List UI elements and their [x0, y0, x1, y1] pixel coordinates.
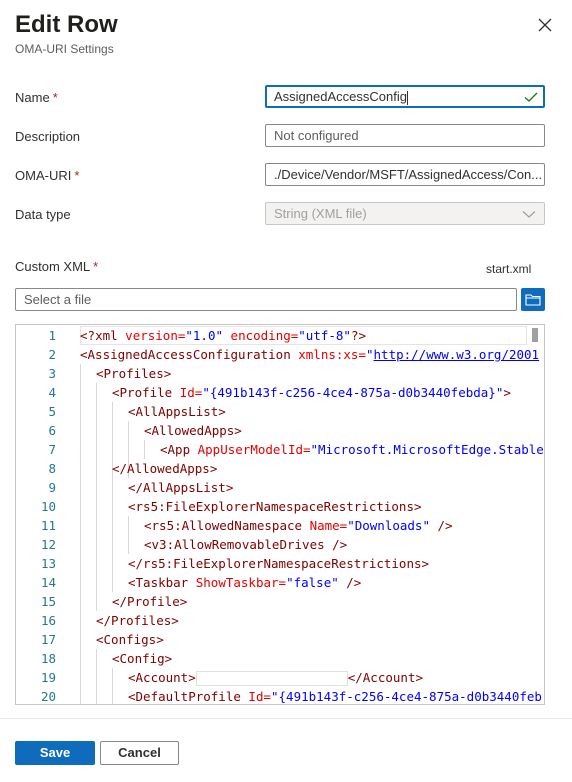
- code-line: 15 </Profile>: [40, 594, 188, 609]
- code-line: 13 </rs5:FileExplorerNamespaceRestriction…: [40, 556, 430, 571]
- description-label: Description: [15, 129, 81, 144]
- save-button[interactable]: Save: [15, 741, 95, 765]
- oma-uri-input[interactable]: ./Device/Vendor/MSFT/AssignedAccess/Con.…: [265, 163, 545, 186]
- checkmark-icon: [524, 92, 538, 102]
- description-input[interactable]: Not configured: [265, 124, 545, 147]
- code-line: 7 <App AppUserModelId="Microsoft.Microsof…: [48, 442, 544, 457]
- panel-title: Edit Row: [15, 11, 118, 38]
- code-line: 2 <AssignedAccessConfiguration xmlns:xs="…: [48, 347, 540, 362]
- code-line: 10 <rs5:FileExplorerNamespaceRestrictions…: [40, 499, 422, 514]
- code-line: 9 </AllAppsList>: [48, 480, 234, 495]
- oma-uri-label: OMA-URI *: [15, 168, 80, 183]
- close-icon: [538, 18, 552, 32]
- code-line: 12 <v3:AllowRemovableDrives />: [40, 537, 348, 552]
- xml-code-editor[interactable]: 1 <?xml version="1.0" encoding="utf-8"?> …: [15, 324, 545, 705]
- data-type-select[interactable]: String (XML file): [265, 202, 545, 225]
- panel-subtitle: OMA-URI Settings: [15, 42, 114, 56]
- file-select-input[interactable]: Select a file: [15, 288, 517, 311]
- name-input-value: AssignedAccessConfig: [274, 89, 407, 104]
- code-line: 8 </AllowedApps>: [48, 461, 218, 476]
- account-value-highlight: [195, 671, 348, 686]
- data-type-value: String (XML file): [274, 206, 367, 221]
- chevron-down-icon: [522, 211, 536, 218]
- code-line: 5 <AllAppsList>: [48, 404, 226, 419]
- code-line: 4 <Profile Id="{491b143f-c256-4ce4-875a-d…: [48, 385, 511, 400]
- code-line: 18 <Config>: [40, 651, 173, 666]
- name-input[interactable]: AssignedAccessConfig: [265, 85, 545, 108]
- code-line: 17 <Configs>: [40, 632, 164, 647]
- browse-file-button[interactable]: [521, 288, 545, 311]
- selected-file-name: start.xml: [486, 262, 532, 276]
- close-button[interactable]: [534, 14, 556, 36]
- text-cursor: [406, 90, 408, 105]
- code-line: 14 <Taskbar ShowTaskbar="false" />: [40, 575, 362, 590]
- cancel-button[interactable]: Cancel: [100, 741, 179, 765]
- folder-icon: [525, 294, 541, 306]
- data-type-label: Data type: [15, 207, 71, 222]
- code-line: 3 <Profiles>: [48, 366, 172, 381]
- code-line: 11 <rs5:AllowedNamespace Name="Downloads"…: [40, 518, 453, 533]
- code-line: 16 </Profiles>: [40, 613, 179, 628]
- footer-divider: [0, 718, 572, 719]
- custom-xml-label: Custom XML *: [15, 259, 99, 274]
- code-line: 19 <Account> </Account>: [40, 670, 423, 686]
- code-line: 20 <DefaultProfile Id="{491b143f-c256-4ce…: [40, 689, 542, 704]
- name-label: Name *: [15, 90, 58, 105]
- code-line: 1 <?xml version="1.0" encoding="utf-8"?>: [48, 328, 367, 343]
- code-line: 6 <AllowedApps>: [48, 423, 242, 438]
